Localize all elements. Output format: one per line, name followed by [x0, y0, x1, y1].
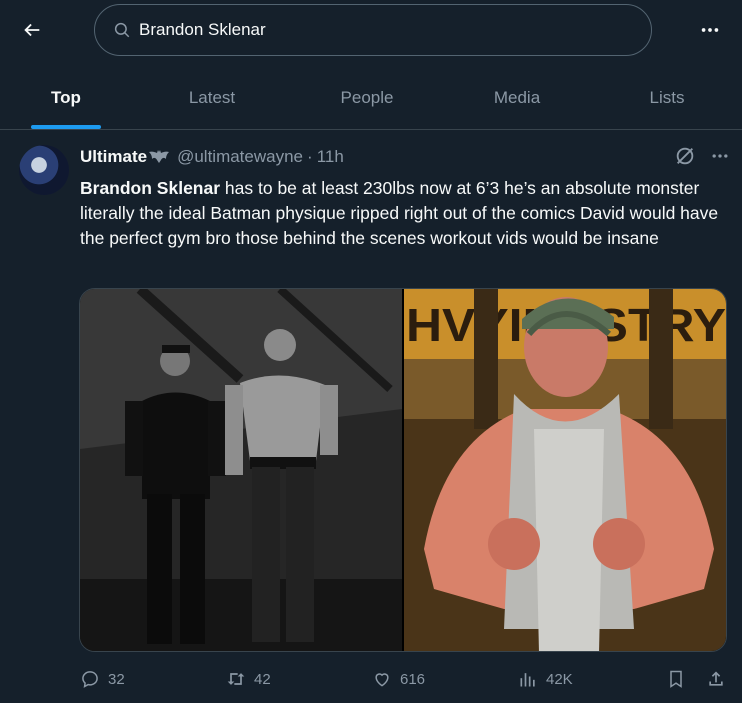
reply-count: 32 — [108, 670, 125, 688]
active-tab-indicator — [31, 125, 101, 129]
photo-right[interactable]: HVYINDSTRY — [404, 289, 726, 651]
tab-media[interactable]: Media — [442, 66, 592, 129]
tweet-media[interactable]: HVYINDSTRY — [79, 288, 727, 652]
tweet-top-actions — [674, 145, 730, 167]
tweet-header: Ultimate @ultimatewayne · 11h — [80, 147, 344, 167]
tab-label: Lists — [649, 87, 685, 107]
more-options-button[interactable] — [692, 12, 728, 48]
tweet-text: Brandon Sklenar has to be at least 230lb… — [80, 176, 720, 251]
tweet-action-bar: 32 42 616 42K — [80, 669, 730, 693]
arrow-left-icon — [24, 23, 40, 37]
tab-label: Media — [493, 87, 541, 107]
search-icon — [114, 22, 130, 38]
tab-label: People — [340, 87, 394, 107]
bookmark-button[interactable] — [666, 669, 686, 689]
grok-icon[interactable] — [674, 145, 696, 167]
search-input[interactable] — [139, 20, 619, 40]
views-button[interactable]: 42K — [518, 669, 573, 689]
back-button[interactable] — [14, 12, 50, 48]
repost-icon — [227, 673, 245, 685]
tweet-text-highlight: Brandon Sklenar — [80, 178, 221, 198]
reply-icon — [82, 671, 98, 688]
tab-people[interactable]: People — [292, 66, 442, 129]
reply-button[interactable]: 32 — [80, 669, 125, 689]
tab-top[interactable]: Top — [0, 66, 132, 129]
tab-label: Latest — [188, 87, 236, 107]
like-button[interactable]: 616 — [372, 669, 425, 689]
like-count: 616 — [400, 670, 426, 688]
more-horizontal-icon — [701, 28, 719, 32]
search-box[interactable] — [94, 4, 652, 56]
tweet[interactable]: Ultimate @ultimatewayne · 11h Brandon Sk… — [0, 131, 742, 703]
share-button[interactable] — [706, 669, 726, 689]
gym-photo-bw — [80, 289, 402, 651]
photo-left[interactable] — [80, 289, 402, 651]
views-count: 42K — [546, 670, 573, 688]
repost-count: 42 — [254, 670, 271, 688]
gym-photo-color: HVYINDSTRY — [404, 289, 726, 651]
bat-emoji-icon — [149, 150, 170, 163]
tweet-time[interactable]: 11h — [317, 147, 344, 167]
tab-latest[interactable]: Latest — [132, 66, 292, 129]
top-bar — [0, 0, 742, 62]
analytics-icon — [520, 673, 535, 687]
author-name[interactable]: Ultimate — [80, 147, 147, 167]
tab-lists[interactable]: Lists — [592, 66, 742, 129]
tab-label: Top — [51, 87, 81, 107]
search-tabs: Top Latest People Media Lists — [0, 66, 742, 130]
author-handle[interactable]: @ultimatewayne — [177, 147, 303, 167]
share-icon — [709, 671, 723, 686]
avatar[interactable] — [19, 145, 69, 195]
heart-icon — [375, 673, 389, 687]
bookmark-icon — [670, 670, 682, 688]
more-horizontal-icon[interactable] — [710, 146, 730, 166]
repost-button[interactable]: 42 — [226, 669, 271, 689]
separator-dot: · — [307, 147, 313, 166]
